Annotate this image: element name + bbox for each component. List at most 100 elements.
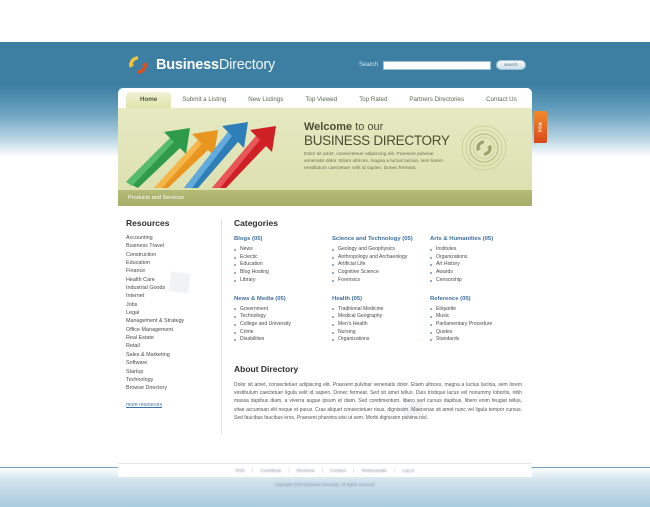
sidebar-item-software[interactable]: Software [126, 359, 213, 367]
list-item[interactable]: Anthropology and Archaeology [332, 254, 424, 262]
list-item[interactable]: Art History [430, 261, 522, 269]
sidebar-item-business-travel[interactable]: Business Travel [126, 242, 213, 250]
products-bar-label: Products and Services [128, 195, 184, 201]
list-item[interactable]: Traditional Medicine [332, 306, 424, 314]
sidebar-item-jobs[interactable]: Jobs [126, 301, 213, 309]
list-item[interactable]: Library [234, 277, 326, 285]
sidebar-item-office-management[interactable]: Office Management [126, 326, 213, 334]
refresh-circle-emblem-icon [460, 124, 508, 172]
category-items-health: Traditional Medicine Medical Geography M… [332, 306, 424, 345]
sidebar-item-legal[interactable]: Legal [126, 309, 213, 317]
products-and-services-bar[interactable]: Products and Services [118, 190, 532, 206]
nav-item-partners-directories[interactable]: Partners Directories [398, 92, 475, 108]
list-item[interactable]: Music [430, 313, 522, 321]
category-items-arts-humanities: Institutes Organizations Art History Awa… [430, 246, 522, 285]
list-item[interactable]: Awards [430, 269, 522, 277]
about-directory-section: About Directory Dolor sit amet, consecte… [234, 364, 522, 422]
search-button[interactable]: search [496, 60, 526, 70]
list-item[interactable]: Quotes [430, 329, 522, 337]
list-item[interactable]: Technology [234, 313, 326, 321]
list-item[interactable]: Censorship [430, 277, 522, 285]
list-item[interactable]: Crime [234, 329, 326, 337]
sidebar-item-management-strategy[interactable]: Management & Strategy [126, 317, 213, 325]
site-logo[interactable]: BusinessDirectory [126, 53, 275, 77]
main-navigation: Home Submit a Listing New Listings Top V… [118, 88, 532, 108]
category-items-news-media: Government Technology College and Univer… [234, 306, 326, 345]
nav-item-top-rated[interactable]: Top Rated [348, 92, 398, 108]
sidebar-item-browse-directory[interactable]: Browse Directory [126, 384, 213, 392]
footer-link-contact[interactable]: Contact [327, 468, 349, 473]
sidebar-item-internet[interactable]: Internet [126, 292, 213, 300]
sidebar-item-construction[interactable]: Construction [126, 251, 213, 259]
list-item[interactable]: Organizations [430, 254, 522, 262]
list-item[interactable]: Geology and Geophysics [332, 246, 424, 254]
refresh-circle-logo-icon [126, 53, 150, 77]
list-item[interactable]: Men's Health [332, 321, 424, 329]
sidebar-item-industrial-goods[interactable]: Industrial Goods [126, 284, 213, 292]
hero-description: Dolor sit amet, consectetuer adipiscing … [304, 152, 443, 171]
list-item[interactable]: Artificial Life [332, 261, 424, 269]
category-items-reference: Etiquette Music Parliamentary Procedure … [430, 306, 522, 345]
more-resources-link[interactable]: more resources [126, 402, 162, 408]
sidebar-item-retail[interactable]: Retail [126, 342, 213, 350]
list-item[interactable]: Cognitive Science [332, 269, 424, 277]
sidebar-item-real-estate[interactable]: Real Estate [126, 334, 213, 342]
nav-item-contact-us[interactable]: Contact Us [475, 92, 528, 108]
footer-link-rss[interactable]: RSS [233, 468, 248, 473]
footer-link-contribute[interactable]: Contribute [257, 468, 284, 473]
hero-welcome-line: Welcome to our [304, 121, 454, 133]
hero-banner: Welcome to our BUSINESS DIRECTORY Dolor … [118, 108, 532, 190]
sidebar-item-education[interactable]: Education [126, 259, 213, 267]
content-area: Resources Accounting Business Travel Con… [118, 206, 532, 434]
nav-item-submit-a-listing[interactable]: Submit a Listing [171, 92, 237, 108]
nav-item-top-viewed[interactable]: Top Viewed [294, 92, 348, 108]
nav-item-new-listings[interactable]: New Listings [237, 92, 294, 108]
footer-link-revenue[interactable]: Revenue [294, 468, 318, 473]
resources-sidebar: Resources Accounting Business Travel Con… [118, 218, 222, 434]
sidebar-item-technology[interactable]: Technology [126, 376, 213, 384]
list-item[interactable]: Standards [430, 336, 522, 344]
sidebar-item-startup[interactable]: Startup [126, 368, 213, 376]
search-input[interactable] [383, 60, 491, 70]
category-group-science-and-technology: Science and Technology (05) Geology and … [332, 236, 424, 285]
resources-list: Accounting Business Travel Construction … [126, 234, 213, 393]
list-item[interactable]: Etiquette [430, 306, 522, 314]
page-container: BusinessDirectory Search search Home Sub… [118, 42, 532, 434]
category-items-blogs: News Eclectic Education Blog Hosting Lib… [234, 246, 326, 285]
categories-grid: Blogs (05) News Eclectic Education Blog … [234, 236, 522, 344]
sidebar-item-sales-marketing[interactable]: Sales & Marketing [126, 351, 213, 359]
sidebar-item-health-care[interactable]: Health Care [126, 276, 213, 284]
hero-welcome-bold: Welcome [304, 121, 353, 133]
category-items-science-and-technology: Geology and Geophysics Anthropology and … [332, 246, 424, 285]
list-item[interactable]: Blog Hosting [234, 269, 326, 277]
category-heading-arts-humanities[interactable]: Arts & Humanities (05) [430, 236, 522, 242]
category-heading-news-media[interactable]: News & Media (05) [234, 296, 326, 302]
list-item[interactable]: Medical Geography [332, 313, 424, 321]
list-item[interactable]: News [234, 246, 326, 254]
list-item[interactable]: Institutes [430, 246, 522, 254]
footer-link-testimonials[interactable]: Testimonials [358, 468, 389, 473]
about-body: Dolor sit amet, consectetuer adipiscing … [234, 382, 522, 421]
sidebar-item-finance[interactable]: Finance [126, 267, 213, 275]
list-item[interactable]: College and University [234, 321, 326, 329]
category-heading-health[interactable]: Health (05) [332, 296, 424, 302]
rss-tab-button[interactable]: RSS [534, 111, 547, 143]
sidebar-item-accounting[interactable]: Accounting [126, 234, 213, 242]
footer-link-log-in[interactable]: Log In [399, 468, 418, 473]
category-heading-blogs[interactable]: Blogs (05) [234, 236, 326, 242]
hero-text-block: Welcome to our BUSINESS DIRECTORY Dolor … [304, 121, 454, 172]
list-item[interactable]: Organizations [332, 336, 424, 344]
brand-light: Directory [218, 57, 276, 73]
category-heading-reference[interactable]: Reference (05) [430, 296, 522, 302]
nav-item-home[interactable]: Home [126, 92, 172, 108]
list-item[interactable]: Government [234, 306, 326, 314]
list-item[interactable]: Education [234, 261, 326, 269]
list-item[interactable]: Forensics [332, 277, 424, 285]
list-item[interactable]: Parliamentary Procedure [430, 321, 522, 329]
list-item[interactable]: Eclectic [234, 254, 326, 262]
category-heading-science-and-technology[interactable]: Science and Technology (05) [332, 236, 424, 242]
3d-arrows-graphic-icon [124, 110, 299, 188]
hero-welcome-rest: to our [352, 121, 384, 133]
list-item[interactable]: Disabilities [234, 336, 326, 344]
list-item[interactable]: Nursing [332, 329, 424, 337]
